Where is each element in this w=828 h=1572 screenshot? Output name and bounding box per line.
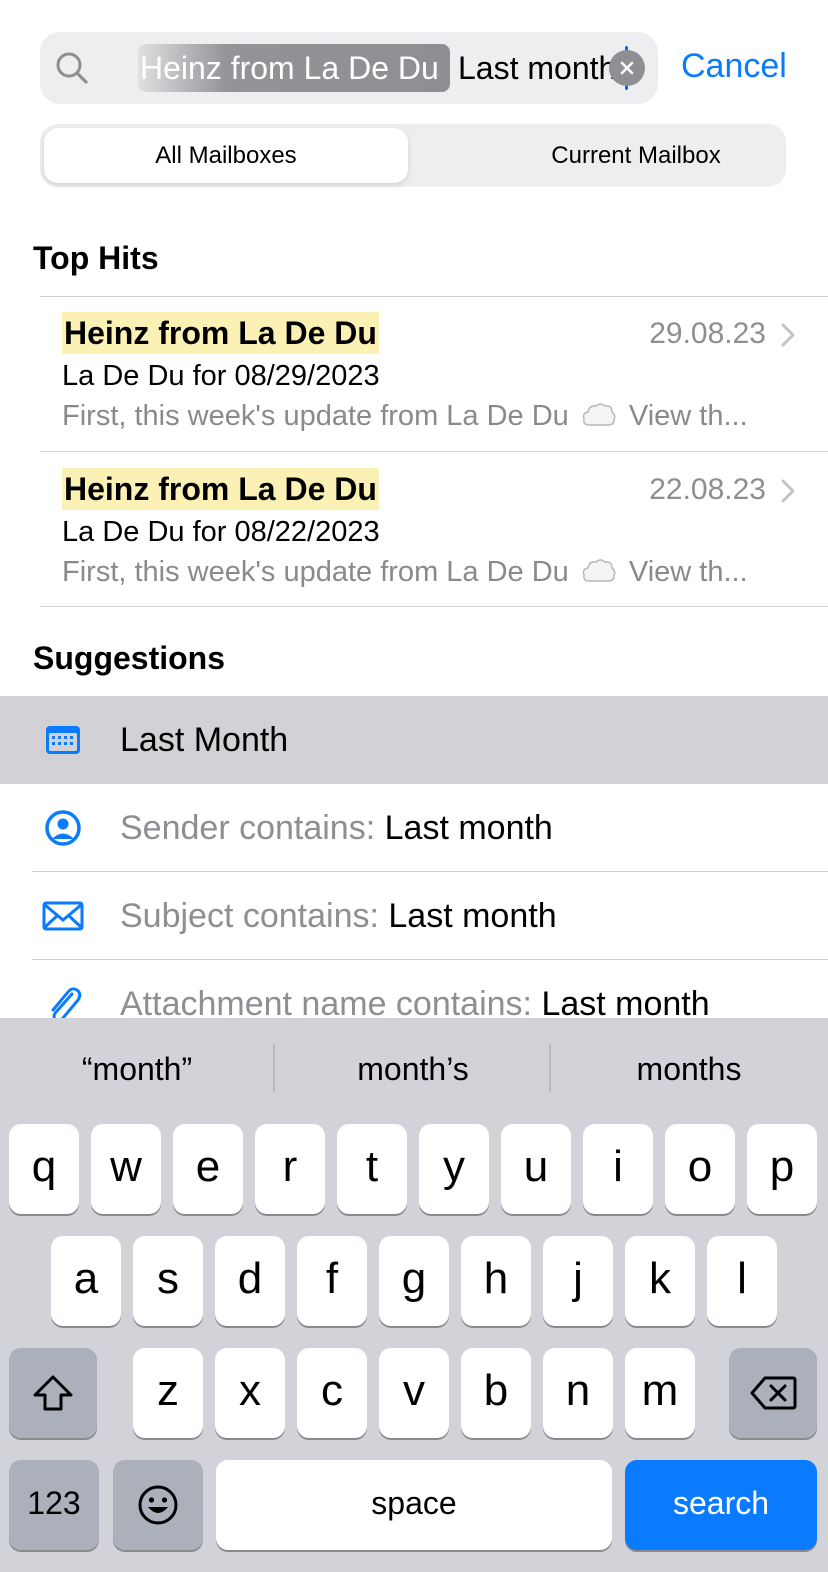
mail-preview: First, this week's update from La De Du … (62, 398, 782, 434)
clear-search-button[interactable] (609, 50, 645, 86)
mailbox-scope-control: All Mailboxes Current Mailbox (40, 124, 786, 187)
key-b[interactable]: b (461, 1348, 531, 1438)
key-t[interactable]: t (337, 1124, 407, 1214)
key-c[interactable]: c (297, 1348, 367, 1438)
cloud-emoji-icon (582, 403, 616, 426)
calendar-icon (46, 726, 80, 754)
suggestion-sender-contains[interactable]: Sender contains: Last month (0, 784, 828, 872)
divider (40, 606, 828, 607)
key-s[interactable]: s (133, 1236, 203, 1326)
search-key[interactable]: search (625, 1460, 817, 1550)
search-token[interactable]: Heinz from La De Du (138, 44, 450, 92)
key-n[interactable]: n (543, 1348, 613, 1438)
mail-preview-text: First, this week's update from La De Du (62, 400, 569, 432)
cloud-emoji-icon (582, 559, 616, 582)
close-icon (620, 61, 634, 75)
mail-preview-tail: View th... (628, 556, 748, 588)
key-u[interactable]: u (501, 1124, 571, 1214)
top-hits-header: Top Hits (33, 240, 159, 276)
key-h[interactable]: h (461, 1236, 531, 1326)
key-y[interactable]: y (419, 1124, 489, 1214)
key-l[interactable]: l (707, 1236, 777, 1326)
prediction-2[interactable]: month’s (276, 1048, 550, 1090)
mail-subject: La De Du for 08/29/2023 (62, 360, 380, 392)
suggestion-label: Subject contains: Last month (120, 897, 557, 935)
search-icon (56, 52, 88, 84)
key-x[interactable]: x (215, 1348, 285, 1438)
keyboard: “month” month’s months q w e r t y u i o… (0, 1018, 828, 1572)
key-r[interactable]: r (255, 1124, 325, 1214)
suggestion-label: Last Month (120, 721, 289, 759)
mail-date: 29.08.23 (649, 317, 766, 350)
mail-preview-tail: View th... (628, 400, 748, 432)
emoji-icon (138, 1485, 178, 1525)
space-key[interactable]: space (216, 1460, 612, 1550)
backspace-icon (750, 1376, 797, 1410)
prediction-1[interactable]: “month” (0, 1048, 274, 1090)
key-g[interactable]: g (379, 1236, 449, 1326)
key-w[interactable]: w (91, 1124, 161, 1214)
key-m[interactable]: m (625, 1348, 695, 1438)
mail-sender: Heinz from La De Du (62, 312, 379, 354)
delete-key[interactable] (729, 1348, 817, 1438)
mail-preview: First, this week's update from La De Du … (62, 554, 782, 590)
chevron-right-icon (781, 323, 795, 347)
prediction-3[interactable]: months (552, 1048, 826, 1090)
mail-subject: La De Du for 08/22/2023 (62, 516, 380, 548)
suggestion-label: Sender contains: Last month (120, 809, 553, 847)
key-v[interactable]: v (379, 1348, 449, 1438)
person-circle-icon (45, 810, 81, 846)
scope-current-mailbox[interactable]: Current Mailbox (454, 128, 818, 183)
search-row: Heinz from La De Du Last month Cancel (0, 0, 828, 120)
prediction-divider (549, 1044, 551, 1092)
key-q[interactable]: q (9, 1124, 79, 1214)
chevron-right-icon (781, 479, 795, 503)
suggestion-subject-contains[interactable]: Subject contains: Last month (0, 872, 828, 960)
mail-preview-text: First, this week's update from La De Du (62, 556, 569, 588)
predictive-text-bar: “month” month’s months (0, 1018, 828, 1118)
shift-key[interactable] (9, 1348, 97, 1438)
key-o[interactable]: o (665, 1124, 735, 1214)
mail-hit[interactable]: Heinz from La De Du 29.08.23 La De Du fo… (0, 296, 828, 451)
mail-date: 22.08.23 (649, 473, 766, 506)
key-f[interactable]: f (297, 1236, 367, 1326)
key-d[interactable]: d (215, 1236, 285, 1326)
numbers-key[interactable]: 123 (9, 1460, 99, 1550)
mail-sender: Heinz from La De Du (62, 468, 379, 510)
key-a[interactable]: a (51, 1236, 121, 1326)
key-z[interactable]: z (133, 1348, 203, 1438)
emoji-key[interactable] (113, 1460, 203, 1550)
search-input[interactable]: Last month (458, 44, 616, 92)
mail-hit[interactable]: Heinz from La De Du 22.08.23 La De Du fo… (0, 452, 828, 607)
key-p[interactable]: p (747, 1124, 817, 1214)
key-j[interactable]: j (543, 1236, 613, 1326)
shift-icon (33, 1375, 73, 1411)
search-field[interactable]: Heinz from La De Du Last month (40, 32, 658, 104)
suggestions-header: Suggestions (33, 640, 226, 676)
key-k[interactable]: k (625, 1236, 695, 1326)
cancel-button[interactable]: Cancel (681, 44, 787, 88)
key-e[interactable]: e (173, 1124, 243, 1214)
envelope-icon (42, 901, 84, 931)
prediction-divider (273, 1044, 275, 1092)
suggestion-last-month[interactable]: Last Month (0, 696, 828, 784)
key-i[interactable]: i (583, 1124, 653, 1214)
scope-all-mailboxes[interactable]: All Mailboxes (44, 128, 408, 183)
